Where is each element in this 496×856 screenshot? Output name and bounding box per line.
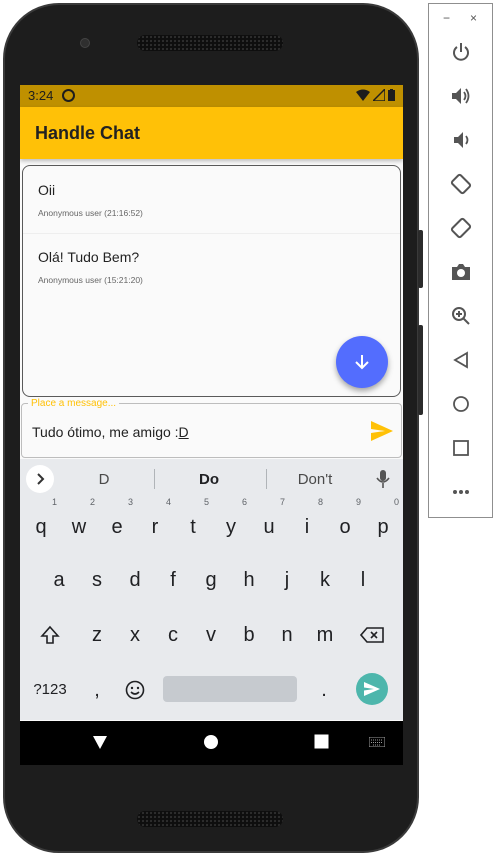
key[interactable]: v bbox=[193, 613, 229, 657]
key[interactable]: x bbox=[117, 613, 153, 657]
key[interactable]: i8 bbox=[289, 497, 325, 549]
message-input-value[interactable]: Tudo ótimo, me amigo :D bbox=[32, 424, 189, 440]
phone-screen: 3:24 Handle Chat Oii Anonymous user (21:… bbox=[20, 85, 403, 765]
chat-message-list[interactable]: Oii Anonymous user (21:16:52) Olá! Tudo … bbox=[22, 165, 401, 397]
home-icon[interactable] bbox=[449, 392, 473, 416]
front-camera bbox=[80, 38, 90, 48]
key[interactable]: d bbox=[117, 558, 153, 602]
symbols-key[interactable]: ?123 bbox=[28, 668, 72, 712]
recents-icon[interactable] bbox=[314, 734, 329, 749]
key[interactable]: q1 bbox=[23, 497, 59, 549]
message-text: Oii bbox=[38, 182, 56, 198]
chevron-right-icon[interactable] bbox=[26, 465, 54, 493]
message-text: Olá! Tudo Bem? bbox=[38, 249, 140, 265]
rotate-right-icon[interactable] bbox=[449, 216, 473, 240]
chat-message: Oii Anonymous user (21:16:52) bbox=[23, 166, 400, 234]
emulator-side-panel: − × bbox=[428, 3, 493, 518]
enter-key[interactable] bbox=[356, 673, 388, 705]
volume-up-icon[interactable] bbox=[449, 84, 473, 108]
key[interactable]: y6 bbox=[213, 497, 249, 549]
rotate-left-icon[interactable] bbox=[449, 172, 473, 196]
key[interactable]: f bbox=[155, 558, 191, 602]
key[interactable]: g bbox=[193, 558, 229, 602]
camera-icon[interactable] bbox=[449, 260, 473, 284]
send-icon[interactable] bbox=[370, 420, 394, 442]
top-speaker bbox=[137, 35, 283, 51]
space-key[interactable] bbox=[163, 676, 297, 702]
power-rocker bbox=[418, 325, 423, 415]
app-title: Handle Chat bbox=[35, 123, 141, 143]
suggestion-bar: D Do Don't bbox=[20, 459, 403, 501]
power-icon[interactable] bbox=[449, 40, 473, 64]
key[interactable]: c bbox=[155, 613, 191, 657]
suggestion-divider bbox=[154, 469, 155, 489]
mic-icon[interactable] bbox=[376, 469, 390, 489]
key[interactable]: w2 bbox=[61, 497, 97, 549]
suggestion-item[interactable]: Don't bbox=[265, 471, 365, 488]
key[interactable]: h bbox=[231, 558, 267, 602]
key[interactable]: k bbox=[307, 558, 343, 602]
volume-rocker bbox=[418, 230, 423, 288]
zoom-icon[interactable] bbox=[449, 304, 473, 328]
key[interactable]: z bbox=[79, 613, 115, 657]
minimize-button[interactable]: − bbox=[443, 11, 450, 25]
app-bar: Handle Chat bbox=[20, 107, 403, 159]
key[interactable]: b bbox=[231, 613, 267, 657]
wifi-icon bbox=[356, 89, 370, 101]
volume-down-icon[interactable] bbox=[449, 128, 473, 152]
key[interactable]: s bbox=[79, 558, 115, 602]
key[interactable]: l bbox=[345, 558, 381, 602]
message-input-label: Place a message... bbox=[28, 398, 120, 409]
key[interactable]: n bbox=[269, 613, 305, 657]
backspace-icon bbox=[359, 627, 384, 643]
suggestion-item[interactable]: Do bbox=[159, 471, 259, 488]
soft-keyboard: D Do Don't q1 w2 e3 r4 t5 y6 u7 i8 o9 p0 bbox=[20, 459, 403, 720]
keyboard-icon[interactable] bbox=[369, 737, 385, 747]
emoji-key[interactable] bbox=[117, 668, 153, 712]
arrow-down-icon bbox=[355, 355, 369, 370]
status-bar: 3:24 bbox=[20, 85, 403, 107]
shift-icon bbox=[40, 625, 60, 644]
more-icon[interactable] bbox=[449, 480, 473, 504]
comma-key[interactable]: , bbox=[79, 668, 115, 712]
navigation-bar bbox=[20, 721, 403, 765]
emulator-stage: 3:24 Handle Chat Oii Anonymous user (21:… bbox=[0, 0, 496, 856]
key[interactable]: o9 bbox=[327, 497, 363, 549]
message-input-composing: D bbox=[178, 424, 189, 440]
suggestion-item[interactable]: D bbox=[54, 471, 154, 488]
key[interactable]: t5 bbox=[175, 497, 211, 549]
close-button[interactable]: × bbox=[470, 11, 477, 25]
period-key[interactable]: . bbox=[306, 668, 342, 712]
signal-icon bbox=[373, 89, 385, 101]
status-icons bbox=[356, 89, 395, 101]
key[interactable]: a bbox=[41, 558, 77, 602]
backspace-key[interactable] bbox=[354, 613, 390, 657]
key[interactable]: e3 bbox=[99, 497, 135, 549]
key[interactable]: j bbox=[269, 558, 305, 602]
home-icon[interactable] bbox=[203, 734, 219, 750]
status-time: 3:24 bbox=[28, 88, 54, 103]
message-meta: Anonymous user (15:21:20) bbox=[38, 275, 143, 285]
emoji-icon bbox=[125, 680, 145, 700]
message-input[interactable]: Place a message... Tudo ótimo, me amigo … bbox=[21, 398, 402, 458]
scroll-down-button[interactable] bbox=[336, 336, 388, 388]
shift-key[interactable] bbox=[32, 613, 68, 657]
bottom-speaker bbox=[137, 811, 283, 827]
key[interactable]: r4 bbox=[137, 497, 173, 549]
chat-message: Olá! Tudo Bem? Anonymous user (15:21:20) bbox=[23, 233, 400, 301]
message-meta: Anonymous user (21:16:52) bbox=[38, 208, 143, 218]
overview-icon[interactable] bbox=[449, 436, 473, 460]
back-icon[interactable] bbox=[449, 348, 473, 372]
key[interactable]: u7 bbox=[251, 497, 287, 549]
back-icon[interactable] bbox=[92, 734, 108, 750]
key[interactable]: p0 bbox=[365, 497, 401, 549]
battery-icon bbox=[388, 89, 395, 101]
key[interactable]: m bbox=[307, 613, 343, 657]
sync-icon bbox=[62, 89, 75, 102]
send-icon bbox=[364, 682, 380, 696]
message-input-text: Tudo ótimo, me amigo : bbox=[32, 424, 179, 440]
